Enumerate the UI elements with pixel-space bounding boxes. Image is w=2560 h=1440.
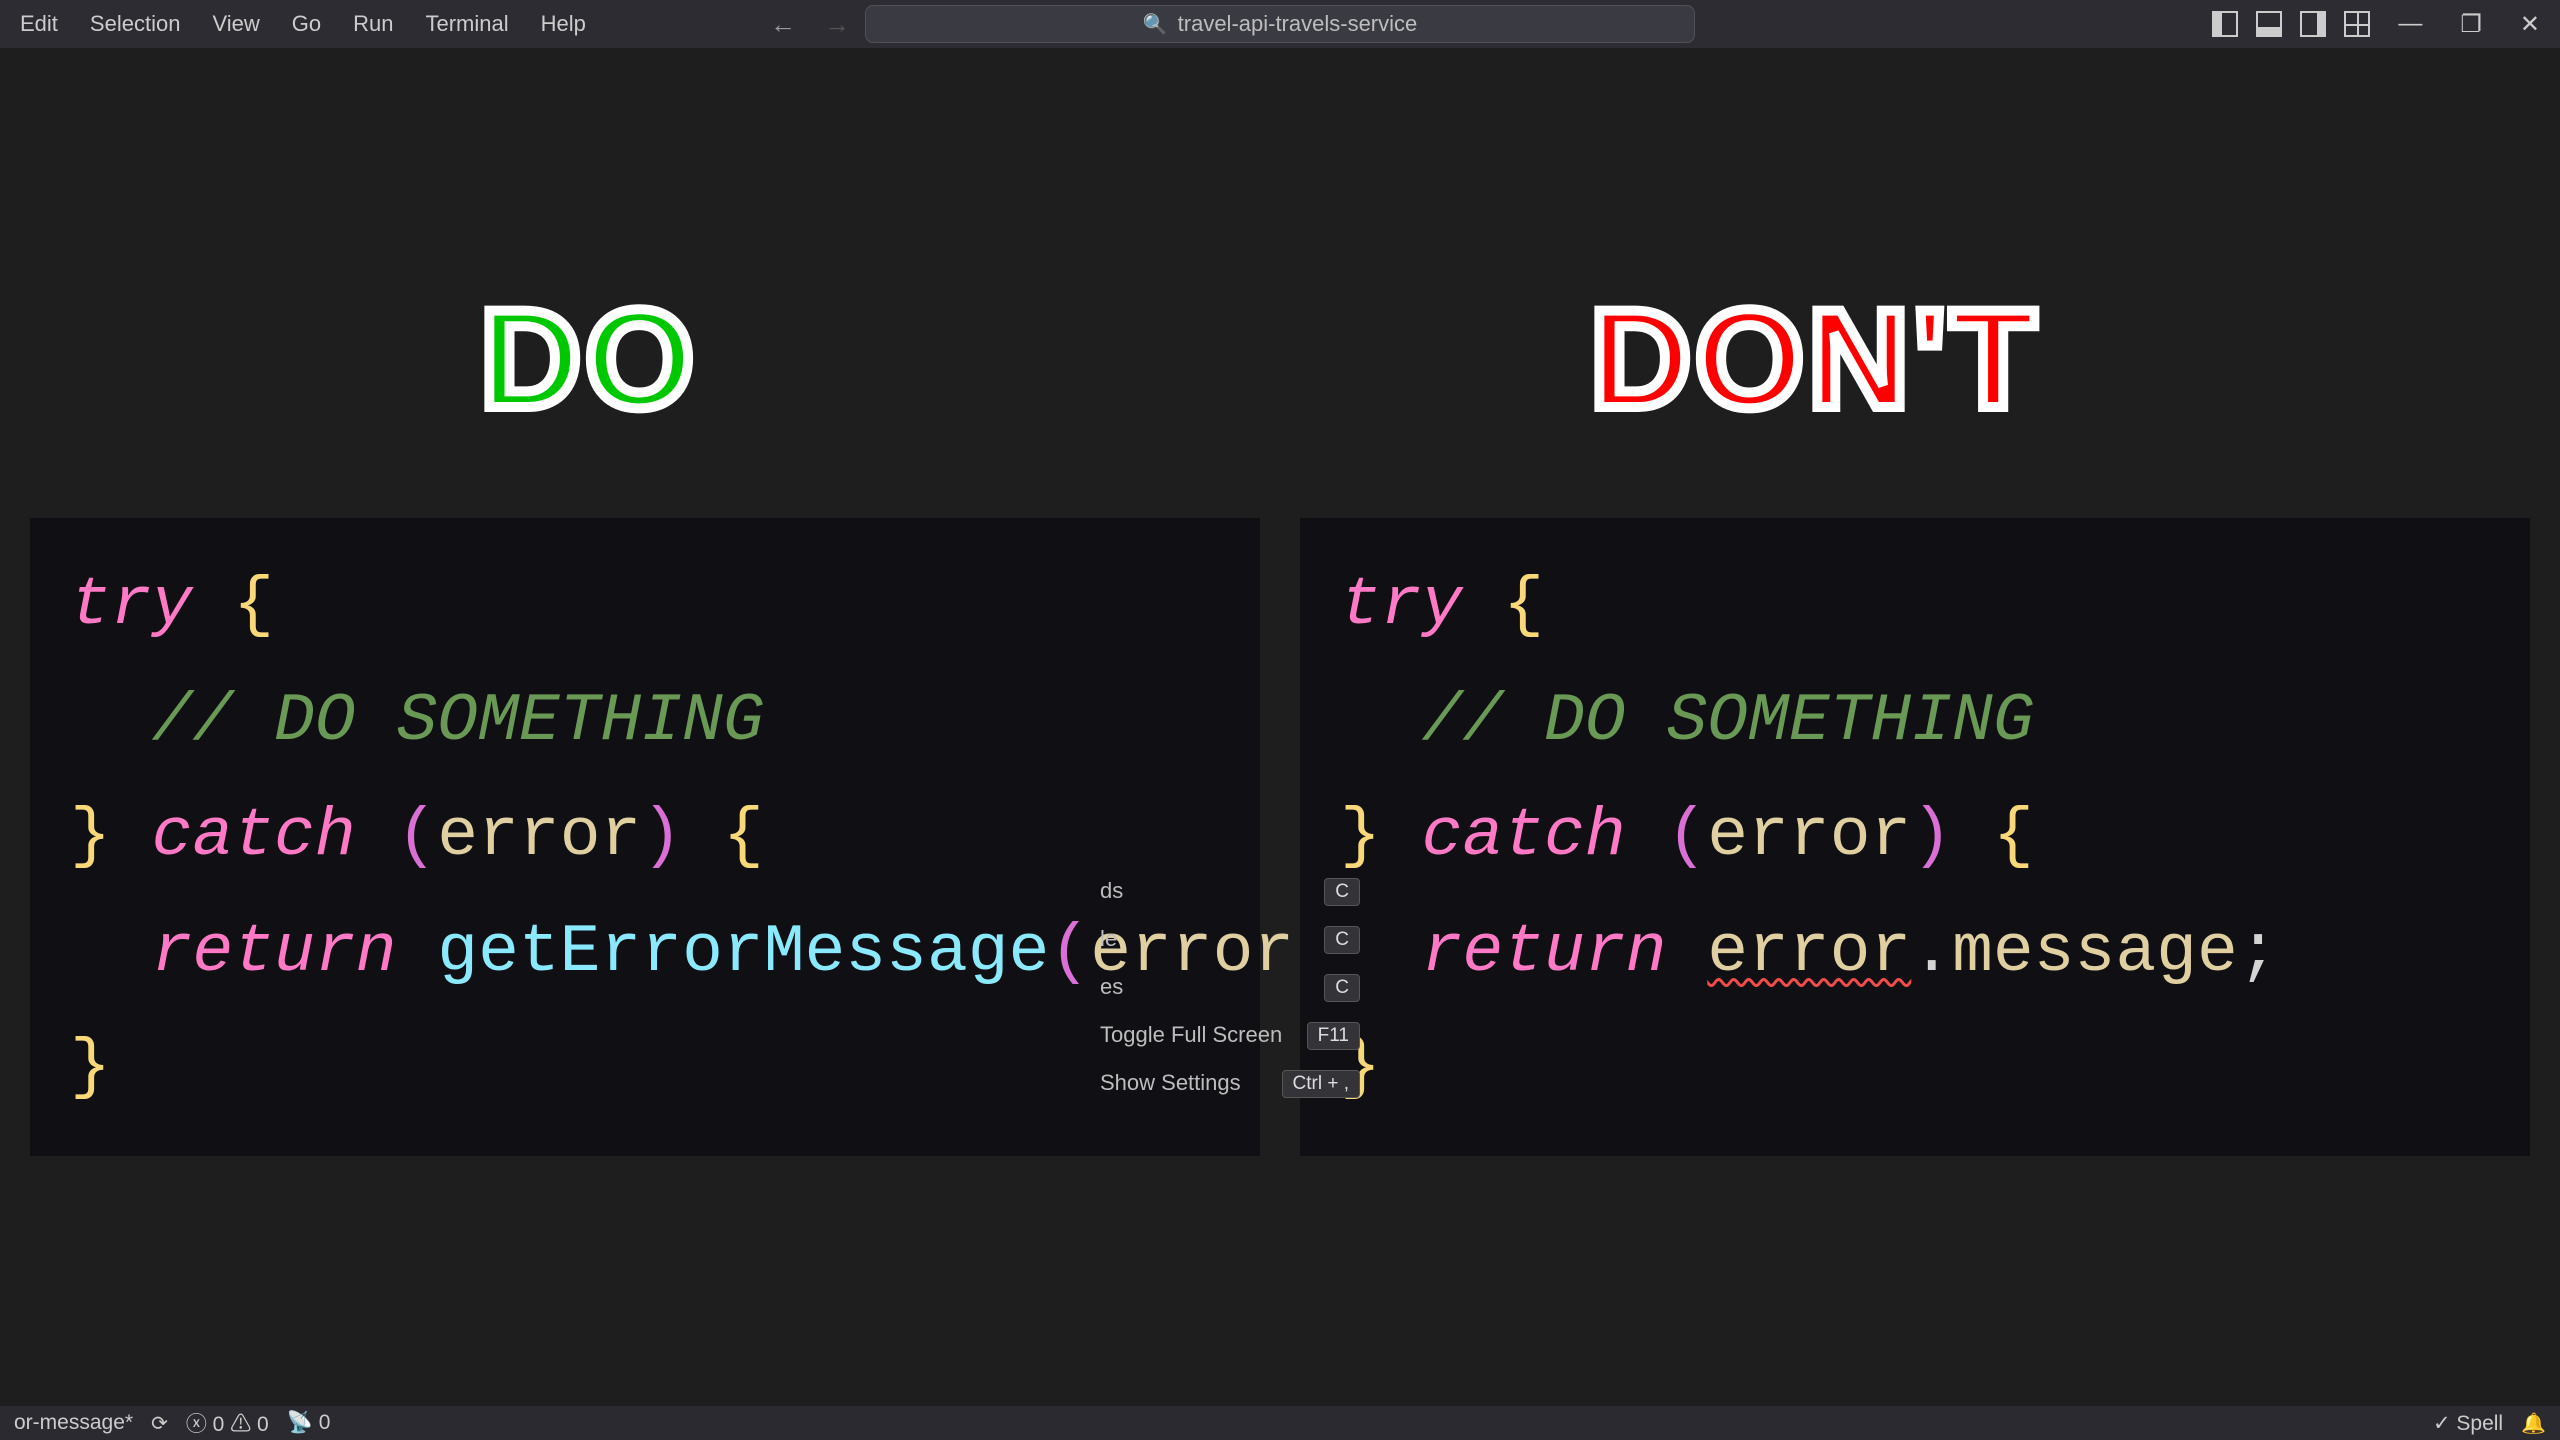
heading-dont: DON'T xyxy=(1590,278,2040,440)
status-errors-count: 0 xyxy=(213,1413,225,1436)
menu-row-show-settings[interactable]: Show Settings Ctrl + , xyxy=(1100,1060,1360,1108)
status-bar-right: ✓ Spell 🔔 xyxy=(2433,1411,2546,1436)
menu-bar: Edit Selection View Go Run Terminal Help xyxy=(0,1,602,47)
code-token: getErrorMessage xyxy=(437,914,1049,991)
status-bar-left: or-message* ⟳ ⓧ 0 ⚠ 0 📡 0 xyxy=(14,1408,330,1438)
menu-row[interactable]: es C xyxy=(1100,964,1360,1012)
menu-view[interactable]: View xyxy=(196,1,275,47)
workbench-menu-partial: ds C le C es C Toggle Full Screen F11 Sh… xyxy=(1100,868,1360,1108)
title-actions: — ❐ ✕ xyxy=(2212,10,2550,39)
status-file[interactable]: or-message* xyxy=(14,1411,133,1435)
title-bar: Edit Selection View Go Run Terminal Help… xyxy=(0,0,2560,48)
menu-edit[interactable]: Edit xyxy=(4,1,74,47)
menu-row[interactable]: le C xyxy=(1100,916,1360,964)
code-token: error xyxy=(1707,798,1911,875)
menu-row-label: Toggle Full Screen xyxy=(1100,1022,1282,1050)
menu-row-kbd: C xyxy=(1324,974,1360,1002)
menu-row-kbd: F11 xyxy=(1307,1022,1360,1050)
menu-row-kbd: Ctrl + , xyxy=(1282,1070,1360,1098)
code-token: { xyxy=(1952,798,2034,875)
editor-area: DO DON'T try { // DO SOMETHING } catch (… xyxy=(0,48,2560,1406)
code-token: ) xyxy=(641,798,682,875)
menu-row-toggle-fullscreen[interactable]: Toggle Full Screen F11 xyxy=(1100,1012,1360,1060)
status-spell-label: Spell xyxy=(2456,1412,2503,1435)
code-token: . xyxy=(1911,914,1952,991)
code-token: message xyxy=(1952,914,2238,991)
code-block-do: try { // DO SOMETHING } catch (error) { … xyxy=(30,518,1260,1156)
menu-go[interactable]: Go xyxy=(276,1,337,47)
menu-terminal[interactable]: Terminal xyxy=(409,1,524,47)
menu-row-label: le xyxy=(1100,926,1117,954)
warning-icon: ⚠ xyxy=(230,1413,251,1436)
toggle-panel-icon[interactable] xyxy=(2256,11,2282,37)
code-token: ; xyxy=(2238,914,2279,991)
code-token: return xyxy=(70,914,437,991)
error-icon: ⓧ xyxy=(186,1413,207,1436)
menu-row-label: es xyxy=(1100,974,1123,1002)
window-minimize-icon[interactable]: — xyxy=(2388,10,2432,38)
window-restore-icon[interactable]: ❐ xyxy=(2450,10,2492,39)
code-token-error: error xyxy=(1707,914,1911,991)
menu-row[interactable]: ds C xyxy=(1100,868,1360,916)
code-token: ( xyxy=(1666,798,1707,875)
code-token: ( xyxy=(396,798,437,875)
radio-icon: 📡 xyxy=(287,1411,313,1434)
code-token: ) xyxy=(1911,798,1952,875)
menu-row-kbd: C xyxy=(1324,878,1360,906)
code-token: return xyxy=(1340,914,1707,991)
code-block-dont: try { // DO SOMETHING } catch (error) { … xyxy=(1300,518,2530,1156)
status-bar: or-message* ⟳ ⓧ 0 ⚠ 0 📡 0 ✓ Spell 🔔 xyxy=(0,1406,2560,1440)
nav-back-icon[interactable]: ← xyxy=(770,9,796,40)
menu-row-kbd: C xyxy=(1324,926,1360,954)
sync-icon[interactable]: ⟳ xyxy=(151,1411,168,1436)
code-token: ( xyxy=(1049,914,1090,991)
toggle-secondary-sidebar-icon[interactable] xyxy=(2300,11,2326,37)
code-token: { xyxy=(1462,567,1544,644)
status-ports[interactable]: 📡 0 xyxy=(287,1411,331,1435)
code-token: } xyxy=(70,798,111,875)
menu-help[interactable]: Help xyxy=(525,1,602,47)
code-token: { xyxy=(192,567,274,644)
menu-row-label: ds xyxy=(1100,878,1123,906)
code-token: error xyxy=(437,798,641,875)
menu-run[interactable]: Run xyxy=(337,1,409,47)
search-text: travel-api-travels-service xyxy=(1178,11,1418,37)
code-token: } xyxy=(1340,798,1381,875)
menu-row-label: Show Settings xyxy=(1100,1070,1241,1098)
code-token: catch xyxy=(111,798,397,875)
heading-do: DO xyxy=(480,278,698,440)
menu-selection[interactable]: Selection xyxy=(74,1,197,47)
code-token: // DO SOMETHING xyxy=(1340,683,2034,760)
code-token: try xyxy=(70,567,192,644)
command-center[interactable]: 🔍 travel-api-travels-service xyxy=(865,5,1695,43)
status-errors[interactable]: ⓧ 0 ⚠ 0 xyxy=(186,1408,269,1438)
code-token: } xyxy=(70,1029,111,1106)
code-token: // DO SOMETHING xyxy=(70,683,764,760)
toggle-primary-sidebar-icon[interactable] xyxy=(2212,11,2238,37)
code-token: { xyxy=(682,798,764,875)
nav-arrows: ← → xyxy=(770,9,850,40)
status-spell[interactable]: ✓ Spell xyxy=(2433,1411,2503,1436)
code-token: catch xyxy=(1381,798,1667,875)
customize-layout-icon[interactable] xyxy=(2344,11,2370,37)
notifications-icon[interactable]: 🔔 xyxy=(2521,1411,2546,1436)
status-ports-count: 0 xyxy=(319,1411,331,1434)
code-token: try xyxy=(1340,567,1462,644)
search-icon: 🔍 xyxy=(1143,12,1168,37)
nav-forward-icon[interactable]: → xyxy=(824,9,850,40)
window-close-icon[interactable]: ✕ xyxy=(2510,10,2550,39)
status-warnings-count: 0 xyxy=(257,1413,269,1436)
